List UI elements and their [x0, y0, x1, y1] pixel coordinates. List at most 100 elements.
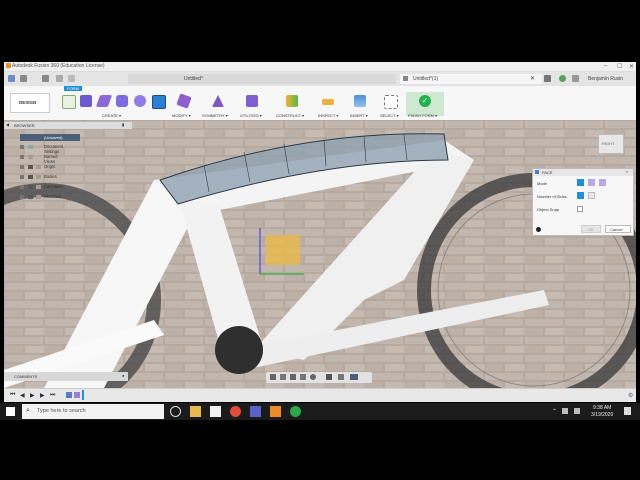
- visibility-icon[interactable]: [28, 175, 33, 179]
- step-back-icon[interactable]: ◀: [20, 392, 25, 399]
- symmetry-icon[interactable]: [212, 95, 224, 107]
- look-at-icon[interactable]: [280, 374, 286, 380]
- edit-form-icon[interactable]: [176, 93, 192, 109]
- visibility-icon[interactable]: [28, 185, 33, 189]
- collapse-icon[interactable]: ◀: [6, 122, 9, 127]
- play-icon[interactable]: ▶: [30, 392, 35, 399]
- visibility-icon[interactable]: [28, 195, 33, 199]
- expand-icon[interactable]: [20, 155, 24, 159]
- dialog-menu-icon[interactable]: »: [626, 169, 628, 174]
- close-button[interactable]: ✕: [629, 63, 634, 70]
- step-forward-icon[interactable]: ▶: [40, 392, 45, 399]
- undo-icon[interactable]: [56, 75, 63, 82]
- timeline-form-feature[interactable]: [74, 392, 80, 398]
- save-icon[interactable]: [42, 75, 49, 82]
- info-icon[interactable]: [536, 227, 541, 232]
- mode-edge-button[interactable]: [588, 179, 595, 186]
- file-menu-icon[interactable]: [20, 75, 27, 82]
- volume-icon[interactable]: [574, 408, 580, 414]
- pan-icon[interactable]: [290, 374, 296, 380]
- select-menu[interactable]: SELECT ▾: [380, 113, 399, 118]
- display-settings-icon[interactable]: [326, 374, 332, 380]
- viewports-icon[interactable]: [350, 374, 358, 380]
- timeline-marker[interactable]: [82, 390, 84, 400]
- chrome-icon[interactable]: [230, 406, 241, 417]
- clock-time[interactable]: 9:38 AM: [593, 405, 611, 411]
- settings-icon: [28, 145, 33, 149]
- tab-untitled-1[interactable]: Untitled*(1) ✕: [400, 74, 542, 84]
- store-icon[interactable]: [210, 406, 221, 417]
- xbox-icon[interactable]: [290, 406, 301, 417]
- grid-icon[interactable]: [338, 374, 344, 380]
- network-icon[interactable]: [562, 408, 568, 414]
- utilities-icon[interactable]: [246, 95, 258, 107]
- search-box[interactable]: ⌕ Type here to search: [22, 404, 164, 419]
- face-icon[interactable]: [152, 95, 166, 109]
- data-panel-icon[interactable]: [8, 75, 15, 82]
- redo-icon[interactable]: [68, 75, 75, 82]
- tray-chevron-icon[interactable]: ⌃: [552, 408, 557, 415]
- notifications-center-icon[interactable]: [624, 407, 631, 415]
- sphere-icon[interactable]: [134, 95, 146, 107]
- cylinder-icon[interactable]: [116, 95, 128, 107]
- view-cube[interactable]: RIGHT: [598, 134, 624, 154]
- browser-header[interactable]: ◀ BROWSER ▮: [4, 122, 132, 129]
- symmetry-menu[interactable]: SYMMETRY ▾: [202, 113, 228, 118]
- expand-icon[interactable]: [20, 195, 24, 199]
- file-explorer-icon[interactable]: [190, 406, 201, 417]
- go-to-end-icon[interactable]: ⏭: [50, 392, 55, 399]
- expand-icon[interactable]: [20, 165, 24, 169]
- utilities-menu[interactable]: UTILITIES ▾: [240, 113, 262, 118]
- job-status-icon[interactable]: [559, 75, 566, 82]
- cancel-button[interactable]: Cancel: [605, 225, 631, 233]
- maximize-button[interactable]: ☐: [617, 63, 622, 70]
- sides-four-button[interactable]: [577, 192, 584, 199]
- mode-simple-button[interactable]: [577, 179, 584, 186]
- fusion-360-icon[interactable]: [270, 406, 281, 417]
- expand-icon[interactable]: [20, 175, 24, 179]
- clock-date[interactable]: 3/19/2020: [591, 412, 613, 418]
- windows-start-icon[interactable]: [6, 407, 15, 416]
- timeline-canvas-feature[interactable]: [66, 392, 72, 398]
- tab-close-icon[interactable]: ✕: [530, 75, 535, 82]
- visibility-icon[interactable]: [28, 165, 33, 169]
- inspect-menu[interactable]: INSPECT ▾: [318, 113, 338, 118]
- plane-icon[interactable]: [95, 95, 113, 107]
- insert-image-icon[interactable]: [354, 95, 366, 107]
- new-tab-icon[interactable]: [544, 75, 551, 82]
- modify-menu[interactable]: MODIFY ▾: [172, 113, 191, 118]
- notifications-icon[interactable]: [572, 75, 579, 82]
- tab-form[interactable]: FORM: [64, 86, 82, 91]
- create-menu[interactable]: CREATE ▾: [102, 113, 121, 118]
- object-snap-checkbox[interactable]: [577, 206, 583, 212]
- select-icon[interactable]: [384, 95, 398, 109]
- expand-icon[interactable]: [20, 185, 24, 189]
- minimize-button[interactable]: –: [604, 63, 607, 69]
- cube-icon[interactable]: [80, 95, 92, 107]
- browser-root[interactable]: (Unsaved): [20, 134, 80, 141]
- timeline-settings-icon[interactable]: ⚙: [628, 392, 633, 399]
- ok-button[interactable]: OK: [581, 225, 601, 233]
- expand-icon[interactable]: [20, 145, 24, 149]
- measure-icon[interactable]: [322, 99, 334, 105]
- construct-plane-icon[interactable]: [286, 95, 298, 107]
- box-icon[interactable]: [62, 95, 76, 109]
- user-name[interactable]: Benjamin Rusin: [588, 76, 623, 82]
- mode-chain-button[interactable]: [599, 179, 606, 186]
- add-comment-icon[interactable]: ●: [122, 373, 124, 378]
- sides-multi-button[interactable]: [588, 192, 595, 199]
- orbit-icon[interactable]: [270, 374, 276, 380]
- go-to-start-icon[interactable]: ⏮: [10, 392, 15, 399]
- comments-bar[interactable]: COMMENTS ●: [4, 372, 128, 381]
- finish-form-menu[interactable]: FINISH FORM ▾: [408, 113, 437, 118]
- insert-menu[interactable]: INSERT ▾: [350, 113, 368, 118]
- workspace-switcher[interactable]: DESIGN: [10, 93, 50, 113]
- pin-icon[interactable]: ▮: [122, 122, 124, 127]
- tab-untitled[interactable]: Untitled*: [128, 74, 396, 84]
- task-view-icon[interactable]: [170, 406, 181, 417]
- construct-menu[interactable]: CONSTRUCT ▾: [276, 113, 304, 118]
- canvas-image[interactable]: [266, 235, 300, 265]
- fit-icon[interactable]: [310, 374, 316, 380]
- zoom-icon[interactable]: [300, 374, 306, 380]
- teams-icon[interactable]: [250, 406, 261, 417]
